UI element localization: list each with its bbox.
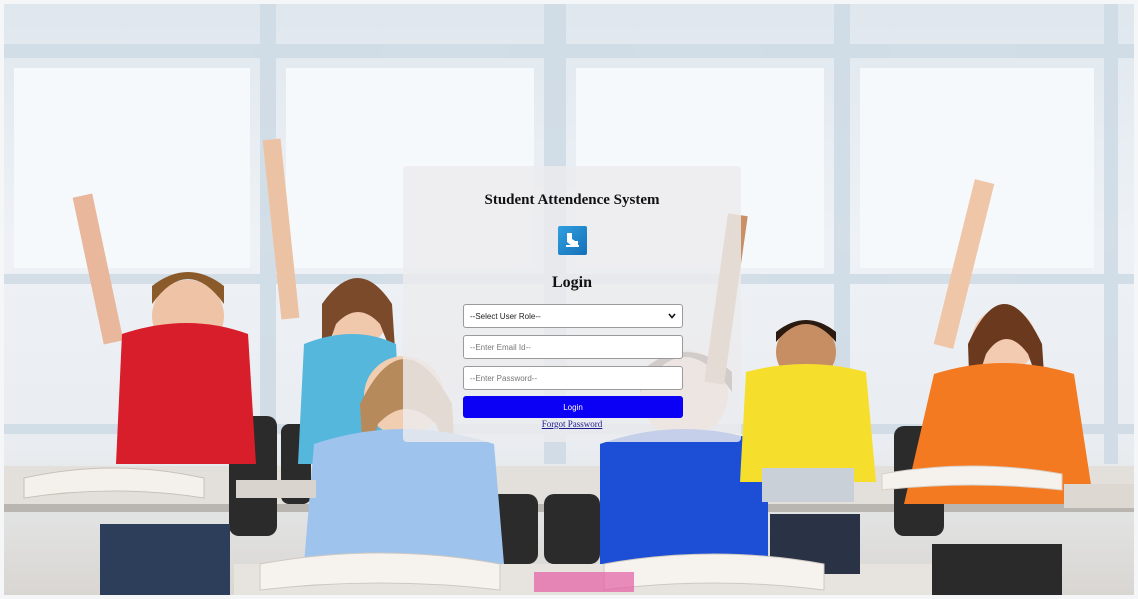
- user-role-selected-value: --Select User Role--: [470, 311, 541, 321]
- system-title: Student Attendence System: [484, 192, 660, 208]
- user-role-select[interactable]: --Select User Role--: [463, 304, 683, 328]
- login-heading: Login: [551, 274, 592, 291]
- attendance-logo-glyph: [566, 233, 579, 247]
- chevron-down-icon: [668, 311, 676, 321]
- password-field[interactable]: --Enter Password--: [463, 366, 683, 390]
- login-button[interactable]: Login: [463, 396, 683, 418]
- attendance-logo-icon: [558, 226, 587, 255]
- email-placeholder: --Enter Email Id--: [470, 342, 531, 352]
- login-page: Student Attendence System Login --Select…: [0, 0, 1138, 599]
- email-field[interactable]: --Enter Email Id--: [463, 335, 683, 359]
- chevron-down-glyph: [668, 313, 676, 319]
- login-card: Student Attendence System Login --Select…: [403, 166, 741, 442]
- password-placeholder: --Enter Password--: [470, 373, 538, 383]
- forgot-password-link[interactable]: Forgot Password: [403, 419, 741, 429]
